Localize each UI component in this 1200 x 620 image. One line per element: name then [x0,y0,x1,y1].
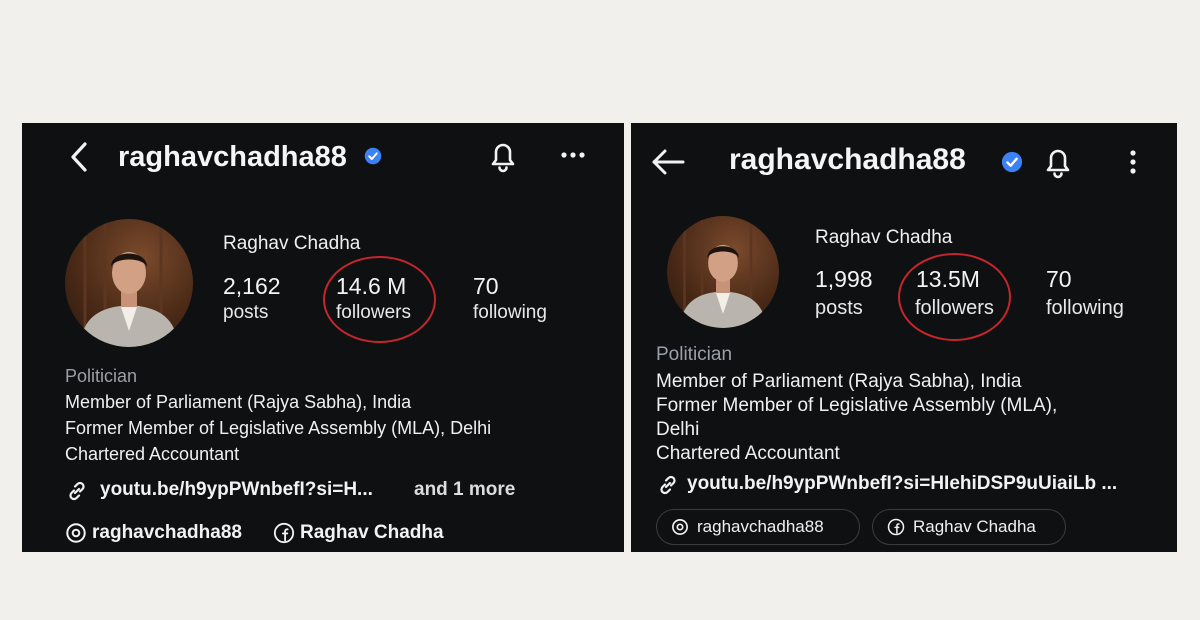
link-icon [656,473,680,497]
followers-count[interactable]: 14.6 M [336,273,406,300]
profile-category: Politician [65,366,138,386]
following-count[interactable]: 70 [1046,266,1072,293]
profile-screenshot-left: raghavchadha88 Raghav Chadha 2,162 posts… [22,123,624,552]
threads-handle: raghavchadha88 [697,517,824,536]
bell-icon [491,143,515,173]
bio-link[interactable]: youtu.be/h9ypPWnbefI?si=H... [100,479,373,501]
posts-count: 1,998 [815,266,873,292]
chevron-left-icon [71,142,87,172]
following-label[interactable]: following [473,302,547,324]
back-button[interactable] [68,141,90,173]
verified-badge-icon [1001,151,1023,173]
profile-screenshot-right: raghavchadha88 Raghav Chadha 1,998 posts… [631,123,1177,552]
facebook-pill-button[interactable]: Raghav Chadha [872,509,1066,545]
bio-line-4: Chartered Accountant [656,443,840,464]
threads-link[interactable]: raghavchadha88 [92,522,242,544]
threads-icon [65,522,87,544]
following-label[interactable]: following [1046,297,1124,320]
back-button[interactable] [651,149,685,175]
bio-line-3: Delhi [656,419,700,440]
threads-icon [672,519,688,535]
followers-label[interactable]: followers [336,302,411,324]
bio-line-2: Former Member of Legislative Assembly (M… [65,418,492,438]
more-options-button[interactable] [560,151,586,159]
link-icon [65,479,89,503]
more-links-button[interactable]: and 1 more [414,479,515,501]
profile-username: raghavchadha88 [729,143,966,176]
more-vertical-icon [1130,150,1136,174]
facebook-link[interactable]: Raghav Chadha [300,522,444,544]
posts-count: 2,162 [223,273,281,299]
profile-username: raghavchadha88 [118,141,347,173]
arrow-left-icon [652,149,685,175]
bio-line-3: Chartered Accountant [65,444,240,464]
notifications-button[interactable] [1042,145,1074,179]
threads-pill-button[interactable]: raghavchadha88 [656,509,860,545]
followers-count[interactable]: 13.5M [916,266,980,293]
bell-icon [1046,149,1070,179]
avatar[interactable] [65,219,193,347]
bio-line-2: Former Member of Legislative Assembly (M… [656,395,1058,416]
facebook-icon [887,518,905,536]
posts-label: posts [815,297,863,319]
profile-display-name: Raghav Chadha [223,233,361,254]
verified-badge-icon [364,147,382,165]
more-options-button[interactable] [1129,149,1137,175]
more-horizontal-icon [561,152,585,158]
followers-label[interactable]: followers [915,297,994,320]
avatar[interactable] [667,216,779,328]
bio-line-1: Member of Parliament (Rajya Sabha), Indi… [65,392,412,412]
bio-line-1: Member of Parliament (Rajya Sabha), Indi… [656,371,1022,392]
facebook-icon [273,522,295,544]
bio-link[interactable]: youtu.be/h9ypPWnbefI?si=HIehiDSP9uUiaiLb… [687,473,1117,495]
profile-display-name: Raghav Chadha [815,227,953,248]
following-count[interactable]: 70 [473,273,499,300]
facebook-name: Raghav Chadha [913,517,1036,536]
posts-label: posts [223,302,269,323]
notifications-button[interactable] [487,139,519,173]
profile-category: Politician [656,344,733,365]
